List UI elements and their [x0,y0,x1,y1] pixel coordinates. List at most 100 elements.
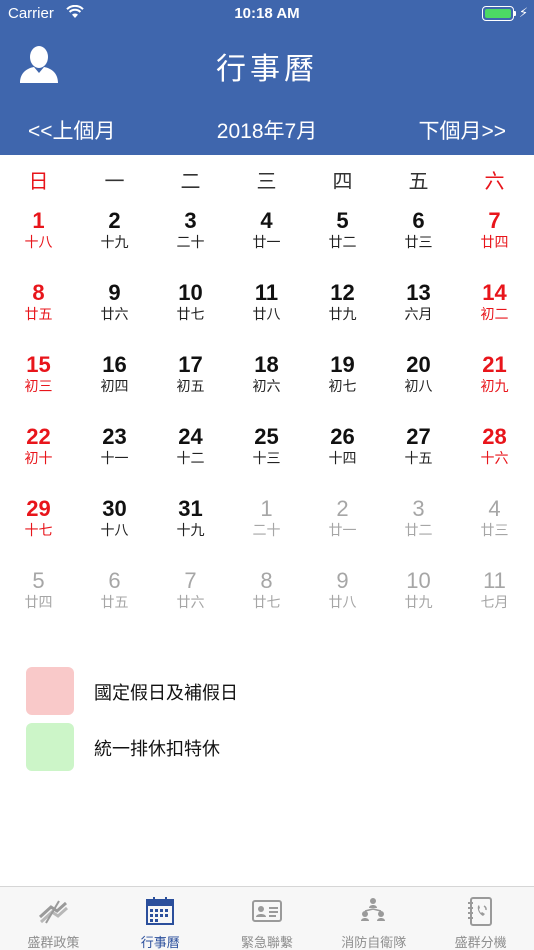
tab-calendar[interactable]: 行事曆 [107,887,214,950]
day-number: 18 [254,352,279,377]
calendar-day-other-month[interactable]: 11 七月 [457,568,533,640]
day-number: 10 [406,568,431,593]
calendar-grid: 1 十八 2 十九 3 二十 4 廿一 5 廿二 6 廿三 7 廿四 8 廿五 9 廿六 10 廿七 11 廿八 12 廿九 1… [0,208,534,640]
lunar-date: 十二 [176,451,205,467]
tab-policy[interactable]: 盛群政策 [0,887,107,950]
contact-card-icon [251,895,283,927]
calendar-day[interactable]: 1 十八 [1,208,77,280]
page-title: 行事曆 [216,53,318,86]
calendar-day[interactable]: 22 初十 [1,424,77,496]
day-number: 29 [26,496,51,521]
calendar-day[interactable]: 30 十八 [77,496,153,568]
lunar-date: 十九 [176,523,205,539]
calendar-icon [144,895,176,927]
calendar-day-other-month[interactable]: 9 廿八 [305,568,381,640]
calendar-day-other-month[interactable]: 6 廿五 [77,568,153,640]
lunar-date: 廿八 [252,307,281,323]
day-number: 5 [336,208,349,233]
lunar-date: 十八 [100,523,129,539]
lunar-date: 廿七 [252,595,281,611]
day-number: 7 [488,208,501,233]
day-number: 12 [330,280,355,305]
calendar-day-other-month[interactable]: 8 廿七 [229,568,305,640]
calendar-day[interactable]: 12 廿九 [305,280,381,352]
calendar-day[interactable]: 28 十六 [457,424,533,496]
prev-month-button[interactable]: <<上個月 [28,115,116,145]
calendar-day[interactable]: 29 十七 [1,496,77,568]
calendar-day[interactable]: 18 初六 [229,352,305,424]
lunar-date: 十八 [24,235,53,251]
day-number: 3 [184,208,197,233]
tab-team[interactable]: 消防自衛隊 [320,887,427,950]
holiday-swatch [26,667,74,715]
calendar-day[interactable]: 16 初四 [77,352,153,424]
day-number: 7 [184,568,197,593]
calendar-day-other-month[interactable]: 4 廿三 [457,496,533,568]
lunar-date: 十九 [100,235,129,251]
day-number: 22 [26,424,51,449]
calendar-day[interactable]: 19 初七 [305,352,381,424]
day-number: 17 [178,352,203,377]
leave-swatch [26,723,74,771]
calendar-day[interactable]: 8 廿五 [1,280,77,352]
calendar-day[interactable]: 10 廿七 [153,280,229,352]
lunar-date: 十三 [252,451,281,467]
calendar-day[interactable]: 23 十一 [77,424,153,496]
calendar-day[interactable]: 2 十九 [77,208,153,280]
day-number: 5 [32,568,45,593]
tab-phone-book[interactable]: 盛群分機 [427,887,534,950]
status-bar: Carrier 10:18 AM ⚡ [0,0,534,28]
lunar-date: 廿一 [252,235,281,251]
clock: 10:18 AM [234,5,300,22]
calendar-day[interactable]: 14 初二 [457,280,533,352]
day-number: 11 [483,568,506,593]
calendar-day[interactable]: 15 初三 [1,352,77,424]
lunar-date: 初四 [100,379,129,395]
charging-icon: ⚡ [519,5,529,20]
calendar-day[interactable]: 7 廿四 [457,208,533,280]
next-month-button[interactable]: 下個月>> [418,115,506,145]
day-number: 1 [32,208,45,233]
calendar-day-other-month[interactable]: 5 廿四 [1,568,77,640]
day-number: 16 [102,352,127,377]
policy-icon [37,895,69,927]
calendar-day[interactable]: 20 初八 [381,352,457,424]
tab-label: 盛群政策 [27,936,80,950]
tab-contact-card[interactable]: 緊急聯繫 [214,887,321,950]
app-header: Carrier 10:18 AM ⚡ 行事曆 <<上個月 2018年7月 下個月… [0,0,534,155]
calendar-day[interactable]: 5 廿二 [305,208,381,280]
calendar-day[interactable]: 17 初五 [153,352,229,424]
calendar-day[interactable]: 4 廿一 [229,208,305,280]
lunar-date: 廿一 [328,523,357,539]
calendar-day[interactable]: 13 六月 [381,280,457,352]
lunar-date: 廿四 [24,595,53,611]
month-navigation: <<上個月 2018年7月 下個月>> [0,115,534,145]
calendar-day[interactable]: 21 初九 [457,352,533,424]
calendar-day[interactable]: 3 二十 [153,208,229,280]
day-number: 21 [482,352,507,377]
lunar-date: 廿五 [24,307,53,323]
calendar-day[interactable]: 6 廿三 [381,208,457,280]
calendar-day[interactable]: 11 廿八 [229,280,305,352]
lunar-date: 十五 [404,451,433,467]
calendar-day[interactable]: 31 十九 [153,496,229,568]
calendar-day-other-month[interactable]: 3 廿二 [381,496,457,568]
calendar-day[interactable]: 26 十四 [305,424,381,496]
day-number: 26 [330,424,355,449]
legend-leave: 統一排休扣特休 [26,723,506,771]
day-number: 2 [336,496,349,521]
calendar-day-other-month[interactable]: 10 廿九 [381,568,457,640]
lunar-date: 廿三 [404,235,433,251]
calendar-day[interactable]: 27 十五 [381,424,457,496]
lunar-date: 初九 [480,379,509,395]
lunar-date: 廿二 [328,235,357,251]
calendar-day[interactable]: 25 十三 [229,424,305,496]
lunar-date: 初三 [24,379,53,395]
lunar-date: 初七 [328,379,357,395]
day-number: 20 [406,352,431,377]
calendar-day-other-month[interactable]: 2 廿一 [305,496,381,568]
calendar-day-other-month[interactable]: 7 廿六 [153,568,229,640]
calendar-day-other-month[interactable]: 1 二十 [229,496,305,568]
calendar-day[interactable]: 24 十二 [153,424,229,496]
calendar-day[interactable]: 9 廿六 [77,280,153,352]
